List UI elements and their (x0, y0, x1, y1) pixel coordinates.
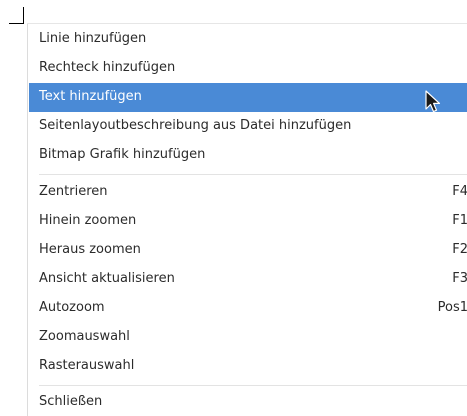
mouse-pointer-icon (425, 90, 441, 113)
menu-item-center[interactable]: Zentrieren F4 (29, 178, 467, 207)
crosshair-corner-icon (9, 23, 23, 24)
menu-item-zoom-selection[interactable]: Zoomauswahl (29, 323, 467, 352)
menu-item-label: Rasterauswahl (39, 358, 135, 373)
menu-item-shortcut: F2 (452, 242, 467, 257)
menu-item-label: Seitenlayoutbeschreibung aus Datei hinzu… (39, 118, 352, 133)
menu-item-label: Text hinzufügen (39, 89, 142, 104)
menu-item-grid-selection[interactable]: Rasterauswahl (29, 352, 467, 381)
menu-item-autozoom[interactable]: Autozoom Pos1 (29, 294, 467, 323)
menu-item-zoom-out[interactable]: Heraus zoomen F2 (29, 236, 467, 265)
menu-item-shortcut: F3 (452, 271, 467, 286)
menu-item-add-text[interactable]: Text hinzufügen (29, 83, 467, 112)
menu-item-refresh-view[interactable]: Ansicht aktualisieren F3 (29, 265, 467, 294)
menu-separator (39, 385, 467, 386)
menu-item-label: Zoomauswahl (39, 329, 130, 344)
menu-item-add-rectangle[interactable]: Rechteck hinzufügen (29, 54, 467, 83)
menu-item-label: Heraus zoomen (39, 242, 141, 257)
menu-item-add-bitmap-graphic[interactable]: Bitmap Grafik hinzufügen (29, 141, 467, 170)
menu-item-shortcut: F1 (452, 213, 467, 228)
menu-item-shortcut: F4 (452, 184, 467, 199)
menu-item-add-page-layout-from-file[interactable]: Seitenlayoutbeschreibung aus Datei hinzu… (29, 112, 467, 141)
menu-item-label: Rechteck hinzufügen (39, 60, 176, 75)
crosshair-corner-icon-vertical (23, 7, 24, 24)
menu-item-label: Linie hinzufügen (39, 31, 147, 46)
menu-separator (39, 174, 467, 175)
context-menu: Linie hinzufügen Rechteck hinzufügen Tex… (27, 24, 467, 416)
menu-item-add-line[interactable]: Linie hinzufügen (29, 25, 467, 54)
menu-item-label: Ansicht aktualisieren (39, 271, 175, 286)
menu-item-shortcut: Pos1 (437, 300, 467, 315)
menu-item-label: Bitmap Grafik hinzufügen (39, 147, 206, 162)
menu-item-label: Schließen (39, 394, 103, 409)
menu-item-zoom-in[interactable]: Hinein zoomen F1 (29, 207, 467, 236)
menu-item-close[interactable]: Schließen (29, 388, 467, 416)
menu-item-label: Zentrieren (39, 184, 108, 199)
menu-item-label: Hinein zoomen (39, 213, 137, 228)
canvas-area: Linie hinzufügen Rechteck hinzufügen Tex… (0, 0, 467, 416)
menu-item-label: Autozoom (39, 300, 105, 315)
